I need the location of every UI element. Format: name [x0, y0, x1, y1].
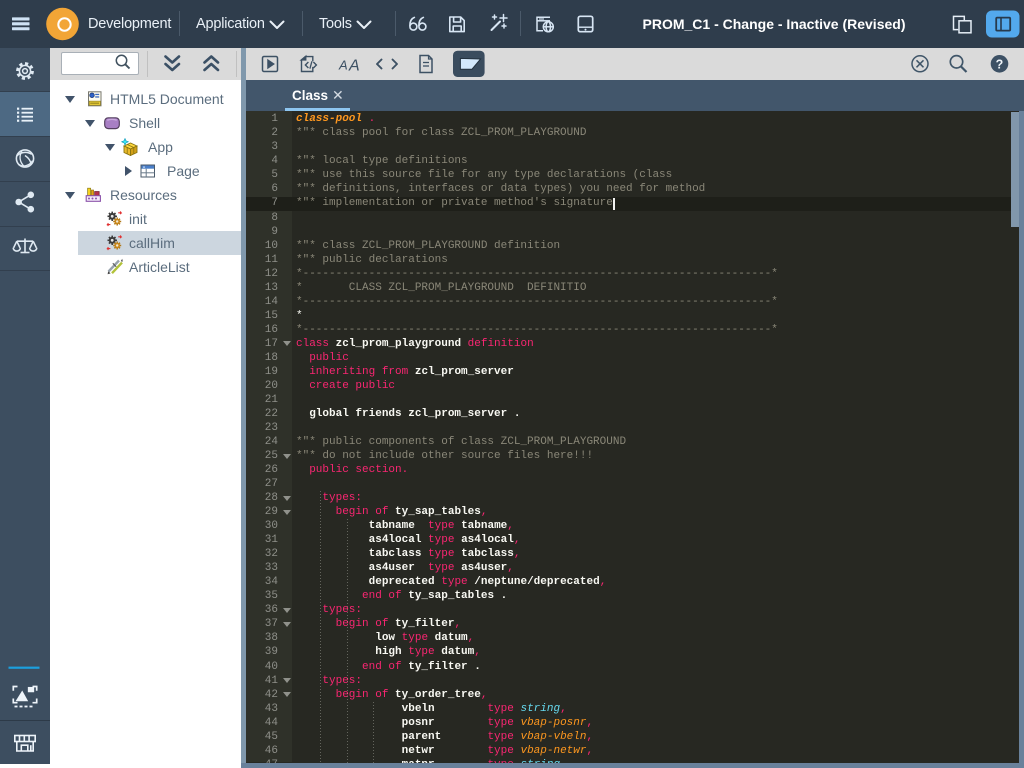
svg-text:?: ? [996, 57, 1004, 71]
svg-text:A: A [348, 58, 360, 75]
svg-text:A: A [338, 58, 348, 73]
